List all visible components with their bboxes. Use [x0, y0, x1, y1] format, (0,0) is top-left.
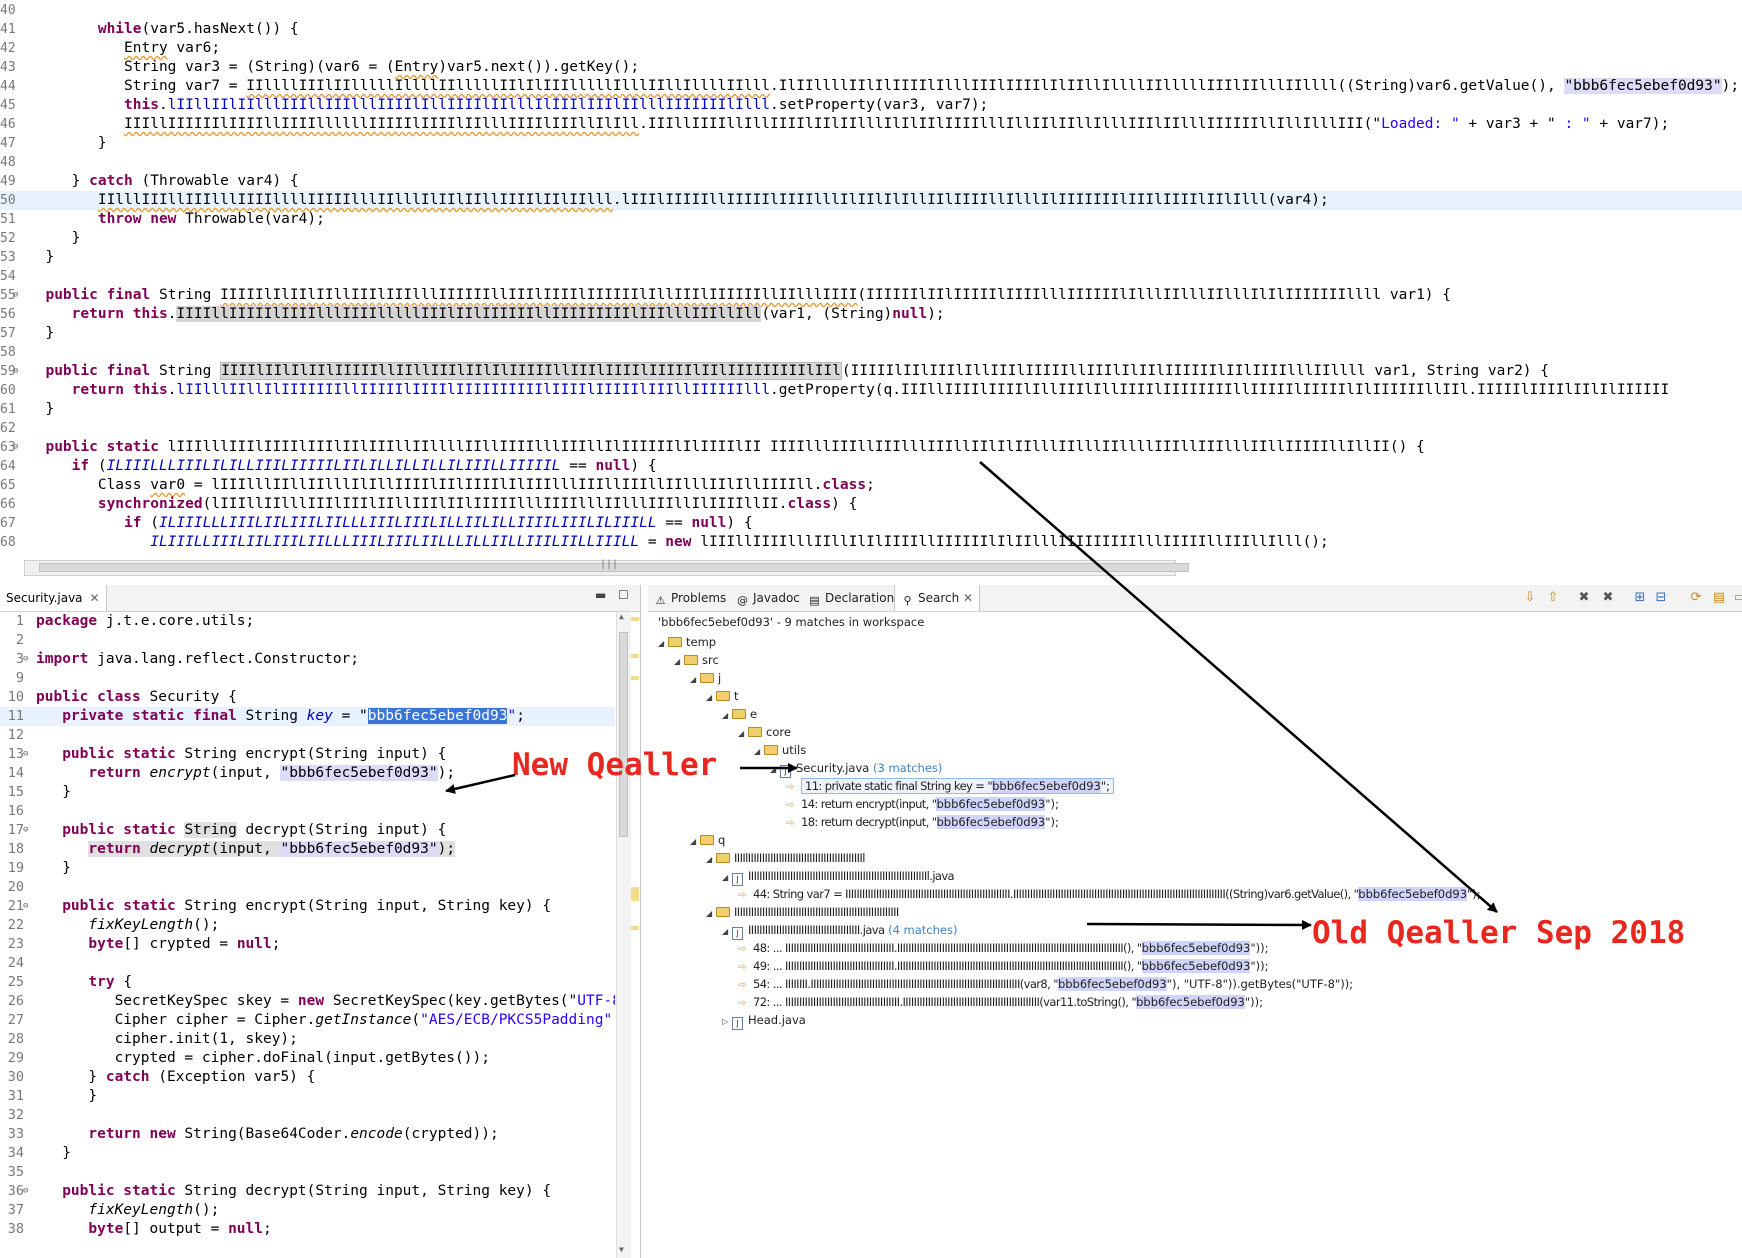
annotation-arrows — [445, 461, 1498, 930]
arrow-old-to-code — [979, 461, 1498, 913]
arrow-old-to-result — [1086, 919, 1312, 930]
arrow-new-to-code — [445, 773, 516, 794]
